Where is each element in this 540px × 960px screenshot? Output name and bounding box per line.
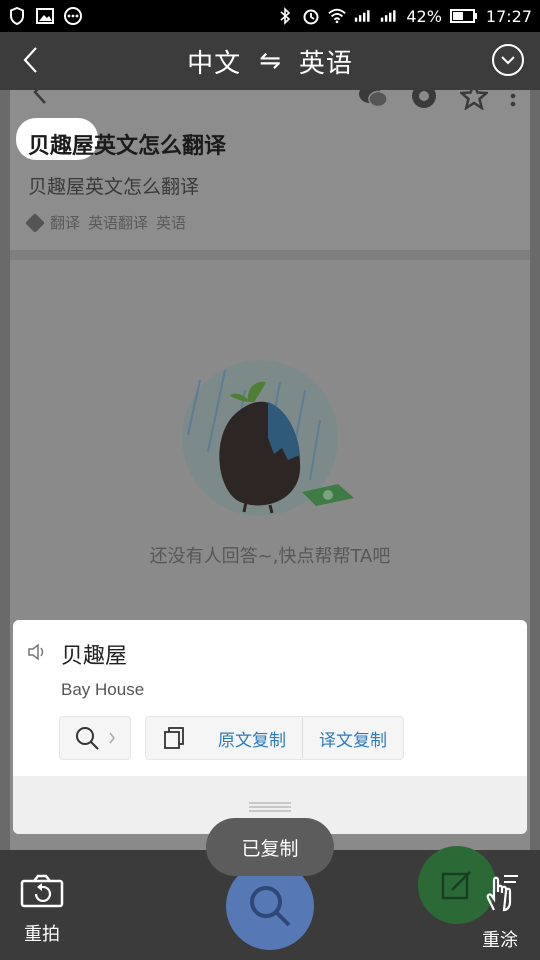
question-title: 贝趣屋英文怎么翻译 [28, 134, 227, 159]
translation-result-card: 贝趣屋 Bay House 原文复制 译文复制 [13, 620, 527, 834]
chevron-down-icon [501, 56, 515, 65]
edit-icon [441, 871, 471, 900]
status-right-icons: 42% 17:27 [276, 7, 532, 26]
source-word: 贝趣屋 [61, 644, 128, 669]
copy-translation-button[interactable]: 译文复制 [303, 716, 403, 760]
source-word-row: 贝趣屋 [27, 638, 127, 670]
tag-item: 英语翻译 [88, 214, 149, 232]
battery-icon [449, 7, 478, 25]
tag-item: 翻译 [50, 214, 81, 232]
chevron-left-icon [23, 47, 37, 73]
search-icon [76, 727, 99, 750]
source-language[interactable]: 中文 [187, 43, 241, 80]
signal-icon-2 [380, 7, 398, 25]
card-actions: 原文复制 译文复制 [59, 716, 404, 760]
status-bar: 42% 17:27 [0, 0, 540, 32]
search-button[interactable] [59, 716, 131, 760]
copied-toast: 已复制 [206, 818, 334, 876]
copy-icon [146, 726, 202, 750]
drag-handle-icon[interactable] [249, 802, 291, 812]
copy-group: 原文复制 译文复制 [145, 716, 404, 760]
rephoto-button[interactable]: 重拍 [18, 874, 66, 946]
status-left-icons [8, 7, 82, 25]
dropdown-button[interactable] [492, 44, 524, 76]
repaint-label: 重涂 [482, 930, 518, 951]
speaker-icon[interactable] [27, 642, 49, 666]
empty-state-text: 还没有人回答~,快点帮帮TA吧 [149, 546, 391, 567]
battery-percent: 42% [406, 6, 442, 26]
translated-text: Bay House [61, 680, 145, 699]
rephoto-label: 重拍 [24, 924, 60, 945]
question-subtitle: 贝趣屋英文怎么翻译 [28, 176, 200, 198]
more-dots-icon [64, 7, 82, 25]
signal-icon [354, 7, 372, 25]
hand-pointer-icon [486, 875, 518, 912]
alarm-icon [302, 7, 320, 25]
shield-icon [8, 7, 26, 25]
clock: 17:27 [485, 6, 532, 26]
swap-languages-button[interactable]: ⇋ [259, 46, 281, 76]
target-language[interactable]: 英语 [299, 43, 353, 80]
copy-source-button[interactable]: 原文复制 [202, 716, 302, 760]
wifi-icon [328, 7, 347, 25]
chevron-right-icon [109, 732, 115, 744]
tag-icon [25, 212, 45, 233]
bluetooth-icon [276, 7, 294, 25]
back-button[interactable] [12, 42, 48, 78]
section-divider [10, 250, 530, 260]
image-icon [36, 7, 54, 25]
tag-item: 英语 [156, 214, 187, 232]
translate-header: 中文 ⇋ 英语 [0, 32, 540, 90]
empty-illustration [170, 360, 360, 530]
camera-retake-icon [20, 874, 64, 908]
search-icon [250, 886, 291, 927]
tag-list: 翻译 英语翻译 英语 [25, 212, 187, 233]
repaint-button[interactable]: 重涂 [476, 870, 524, 952]
